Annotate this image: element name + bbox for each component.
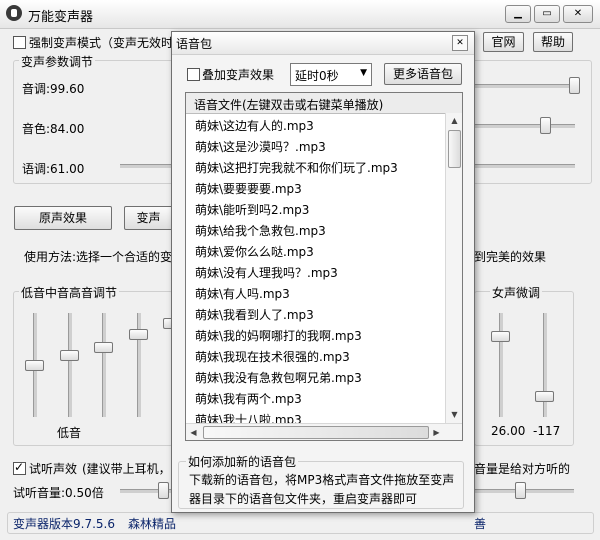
chevron-down-icon: ▼	[360, 68, 367, 78]
force-mode-checkbox[interactable]	[13, 36, 26, 49]
list-item[interactable]: 萌妹\有人吗.mp3	[195, 284, 290, 305]
list-item[interactable]: 萌妹\我有两个.mp3	[195, 389, 302, 410]
list-item[interactable]: 萌妹\这边有人的.mp3	[195, 116, 314, 137]
window-title: 万能变声器	[28, 10, 94, 25]
preview-volume-label: 试听音量:0.50倍	[13, 486, 104, 500]
dialog-title-bar	[172, 32, 474, 55]
overlay-effect-label: 叠加变声效果	[202, 68, 275, 82]
preview-label: 试听声效	[29, 462, 78, 476]
speed-label: 语调:61.00	[22, 162, 85, 176]
list-item[interactable]: 萌妹\爱你么么哒.mp3	[195, 242, 314, 263]
usage-text: 使用方法:选择一个合适的变	[24, 250, 173, 264]
close-icon: ✕	[573, 8, 583, 19]
list-item[interactable]: 萌妹\给我个急救包.mp3	[195, 221, 326, 242]
status-right: 善	[474, 517, 487, 531]
timbre-label: 音色:84.00	[22, 122, 85, 136]
female-tune-title: 女声微调	[490, 284, 543, 301]
scroll-left-icon[interactable]: ◀	[186, 425, 201, 440]
usage-text-right: 到完美的效果	[474, 250, 547, 264]
horizontal-scroll-thumb[interactable]	[203, 426, 429, 439]
overlay-effect-checkbox[interactable]	[187, 68, 200, 81]
delay-select-value: 延时0秒	[295, 69, 339, 83]
pitch-slider-track[interactable]	[475, 84, 575, 88]
list-vertical-scrollbar[interactable]: ▲ ▼	[445, 113, 462, 423]
pitch-label: 音调:99.60	[22, 82, 85, 96]
list-header[interactable]: 语音文件(左键双击或右键菜单播放)	[186, 93, 462, 114]
add-voice-pack-line2: 器目录下的语音包文件夹，重启变声器即可	[189, 492, 418, 506]
preview-volume-thumb-right[interactable]	[515, 482, 526, 499]
preview-volume-thumb[interactable]	[158, 482, 169, 499]
list-item[interactable]: 萌妹\这是沙漠吗？.mp3	[195, 137, 326, 158]
close-button[interactable]: ✕	[563, 5, 593, 23]
preview-hint-right: 音量是给对方听的	[474, 462, 571, 476]
eq-band-thumb[interactable]	[25, 360, 44, 371]
minimize-button[interactable]: ▁	[505, 5, 531, 23]
list-item[interactable]: 萌妹\我没有急救包啊兄弟.mp3	[195, 368, 362, 389]
add-voice-pack-title: 如何添加新的语音包	[186, 453, 299, 470]
female-tune-group	[474, 291, 574, 446]
list-item[interactable]: 萌妹\我现在技术很强的.mp3	[195, 347, 350, 368]
female-tune-thumb[interactable]	[535, 391, 554, 403]
force-mode-label: 强制变声模式（变声无效时	[29, 36, 174, 50]
scroll-right-icon[interactable]: ▶	[429, 425, 444, 440]
maximize-icon: ▭	[542, 8, 552, 19]
scroll-up-icon[interactable]: ▲	[447, 113, 462, 128]
list-header-label: 语音文件(左键双击或右键菜单播放)	[194, 98, 384, 112]
dialog-close-button[interactable]: ✕	[452, 35, 468, 51]
status-version: 变声器版本9.7.5.6	[13, 517, 115, 531]
list-item[interactable]: 萌妹\要要要要.mp3	[195, 179, 302, 200]
eq-group-title: 低音中音高音调节	[19, 284, 120, 301]
female-tune-thumb[interactable]	[491, 330, 510, 342]
speed-slider-track[interactable]	[120, 164, 172, 168]
app-icon	[6, 5, 22, 21]
scroll-down-icon[interactable]: ▼	[447, 407, 462, 422]
eq-band-track[interactable]	[68, 313, 72, 417]
eq-bass-label: 低音	[57, 426, 82, 440]
list-item[interactable]: 萌妹\没有人理我吗？.mp3	[195, 263, 338, 284]
preview-checkbox[interactable]	[13, 460, 26, 475]
list-item[interactable]: 萌妹\能听到吗2.mp3	[195, 200, 309, 221]
voice-pack-dialog: 语音包 ✕ 叠加变声效果 延时0秒 ▼ 更多语音包 语音文件(左键双击或右键菜单…	[171, 31, 475, 513]
official-site-button[interactable]: 官网	[483, 32, 524, 52]
preview-hint: (建议带上耳机，否	[82, 462, 183, 476]
timbre-slider-thumb[interactable]	[540, 117, 551, 134]
list-item[interactable]: 萌妹\我看到人了.mp3	[195, 305, 314, 326]
add-voice-pack-line1: 下载新的语音包，将MP3格式声音文件拖放至变声	[189, 473, 455, 487]
speed-slider-track-right	[475, 164, 575, 168]
params-group-title: 变声参数调节	[19, 53, 96, 70]
voice-effect-button[interactable]: 变声	[124, 206, 173, 230]
voice-file-list[interactable]: 语音文件(左键双击或右键菜单播放) 萌妹\这边有人的.mp3 萌妹\这是沙漠吗？.…	[185, 92, 463, 441]
eq-band-track[interactable]	[102, 313, 106, 417]
status-brand: 森林精品	[128, 517, 177, 531]
maximize-button[interactable]: ▭	[534, 5, 560, 23]
close-icon: ✕	[456, 38, 464, 48]
pitch-slider-thumb[interactable]	[569, 77, 580, 94]
eq-band-thumb[interactable]	[94, 342, 113, 354]
female-value-left: 26.00	[491, 424, 526, 438]
list-item[interactable]: 萌妹\我的妈啊哪打的我啊.mp3	[195, 326, 362, 347]
eq-band-thumb[interactable]	[129, 328, 148, 340]
minimize-icon: ▁	[514, 8, 522, 19]
original-effect-button[interactable]: 原声效果	[14, 206, 112, 230]
eq-band-thumb[interactable]	[60, 349, 79, 361]
dialog-title: 语音包	[176, 37, 213, 51]
female-tune-track[interactable]	[499, 313, 503, 417]
female-value-right: -117	[533, 424, 561, 438]
timbre-slider-track[interactable]	[475, 124, 575, 128]
list-item[interactable]: 萌妹\这把打完我就不和你们玩了.mp3	[195, 158, 398, 179]
list-horizontal-scrollbar[interactable]: ◀ ▶	[186, 423, 462, 440]
vertical-scroll-thumb[interactable]	[448, 130, 461, 168]
help-button[interactable]: 帮助	[533, 32, 573, 52]
delay-select[interactable]: 延时0秒 ▼	[290, 63, 372, 86]
more-voice-packs-button[interactable]: 更多语音包	[384, 63, 462, 85]
